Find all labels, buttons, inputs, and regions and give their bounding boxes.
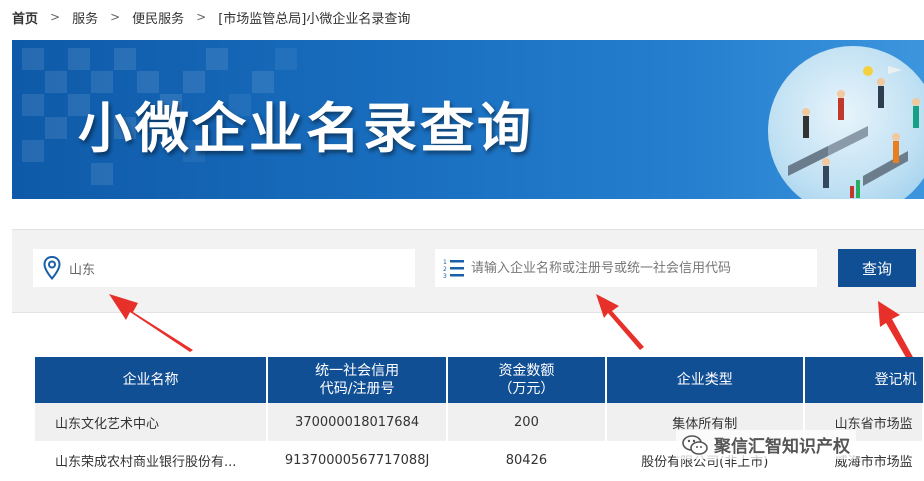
- results-table: 企业名称 统一社会信用 代码/注册号 资金数额 （万元） 企业类型 登记机 山东文化…: [35, 357, 924, 479]
- region-input[interactable]: [67, 259, 415, 277]
- annotation-arrow-region: [109, 294, 193, 352]
- business-people-illustration: [768, 46, 924, 199]
- chevron-right-icon: >: [110, 10, 121, 24]
- breadcrumb-services-link[interactable]: 服务: [72, 8, 98, 27]
- breadcrumb-convenience-link[interactable]: 便民服务: [132, 8, 184, 27]
- annotation-arrow-query: [878, 301, 914, 361]
- column-header-credit-code: 统一社会信用 代码/注册号: [267, 357, 449, 403]
- company-name-cell[interactable]: 山东荣成农村商业银行股份有...: [35, 441, 269, 479]
- illustration-figures: [788, 66, 920, 198]
- chevron-right-icon: >: [196, 10, 207, 24]
- query-button[interactable]: 查询: [838, 249, 916, 287]
- company-name-cell[interactable]: 山东文化艺术中心: [35, 403, 269, 441]
- capital-cell: 200: [447, 403, 607, 441]
- header-line: 登记机: [874, 372, 917, 388]
- breadcrumb: 首页 > 服务 > 便民服务 > [市场监管总局]小微企业名录查询: [12, 0, 410, 34]
- wechat-watermark: 聚信汇智知识产权: [676, 430, 856, 459]
- watermark-text: 聚信汇智知识产权: [714, 437, 850, 457]
- keyword-field[interactable]: 1 2 3: [435, 249, 817, 287]
- svg-text:3: 3: [443, 273, 447, 278]
- column-header-capital: 资金数额 （万元）: [447, 357, 607, 403]
- breadcrumb-current: [市场监管总局]小微企业名录查询: [218, 11, 411, 27]
- breadcrumb-home-link[interactable]: 首页: [12, 8, 38, 27]
- table-header-row: 企业名称 统一社会信用 代码/注册号 资金数额 （万元） 企业类型 登记机: [35, 357, 923, 403]
- column-header-registration-authority: 登记机: [803, 357, 923, 403]
- column-header-company-type: 企业类型: [605, 357, 805, 403]
- chevron-right-icon: >: [50, 10, 61, 24]
- page-banner: 小微企业名录查询: [12, 40, 924, 199]
- keyword-input[interactable]: [469, 259, 817, 277]
- capital-cell: 80426: [447, 441, 607, 479]
- column-header-company-name: 企业名称: [35, 357, 269, 403]
- location-pin-icon: [37, 256, 67, 280]
- header-line: 代码/注册号: [319, 381, 395, 397]
- credit-code-cell: 370000018017684: [267, 403, 449, 441]
- svg-text:2: 2: [443, 266, 447, 273]
- annotation-arrow-keyword: [596, 294, 644, 350]
- header-line: 企业名称: [122, 372, 179, 388]
- header-line: 资金数额: [498, 363, 555, 379]
- credit-code-cell: 91370000567717088J: [267, 441, 449, 479]
- header-line: 统一社会信用: [315, 363, 400, 379]
- header-line: 企业类型: [676, 372, 733, 388]
- banner-title: 小微企业名录查询: [78, 97, 534, 160]
- numbered-list-icon: 1 2 3: [439, 258, 469, 278]
- wechat-icon: [682, 434, 708, 455]
- header-line: （万元）: [498, 381, 555, 397]
- region-field[interactable]: [33, 249, 415, 287]
- svg-text:1: 1: [443, 259, 447, 266]
